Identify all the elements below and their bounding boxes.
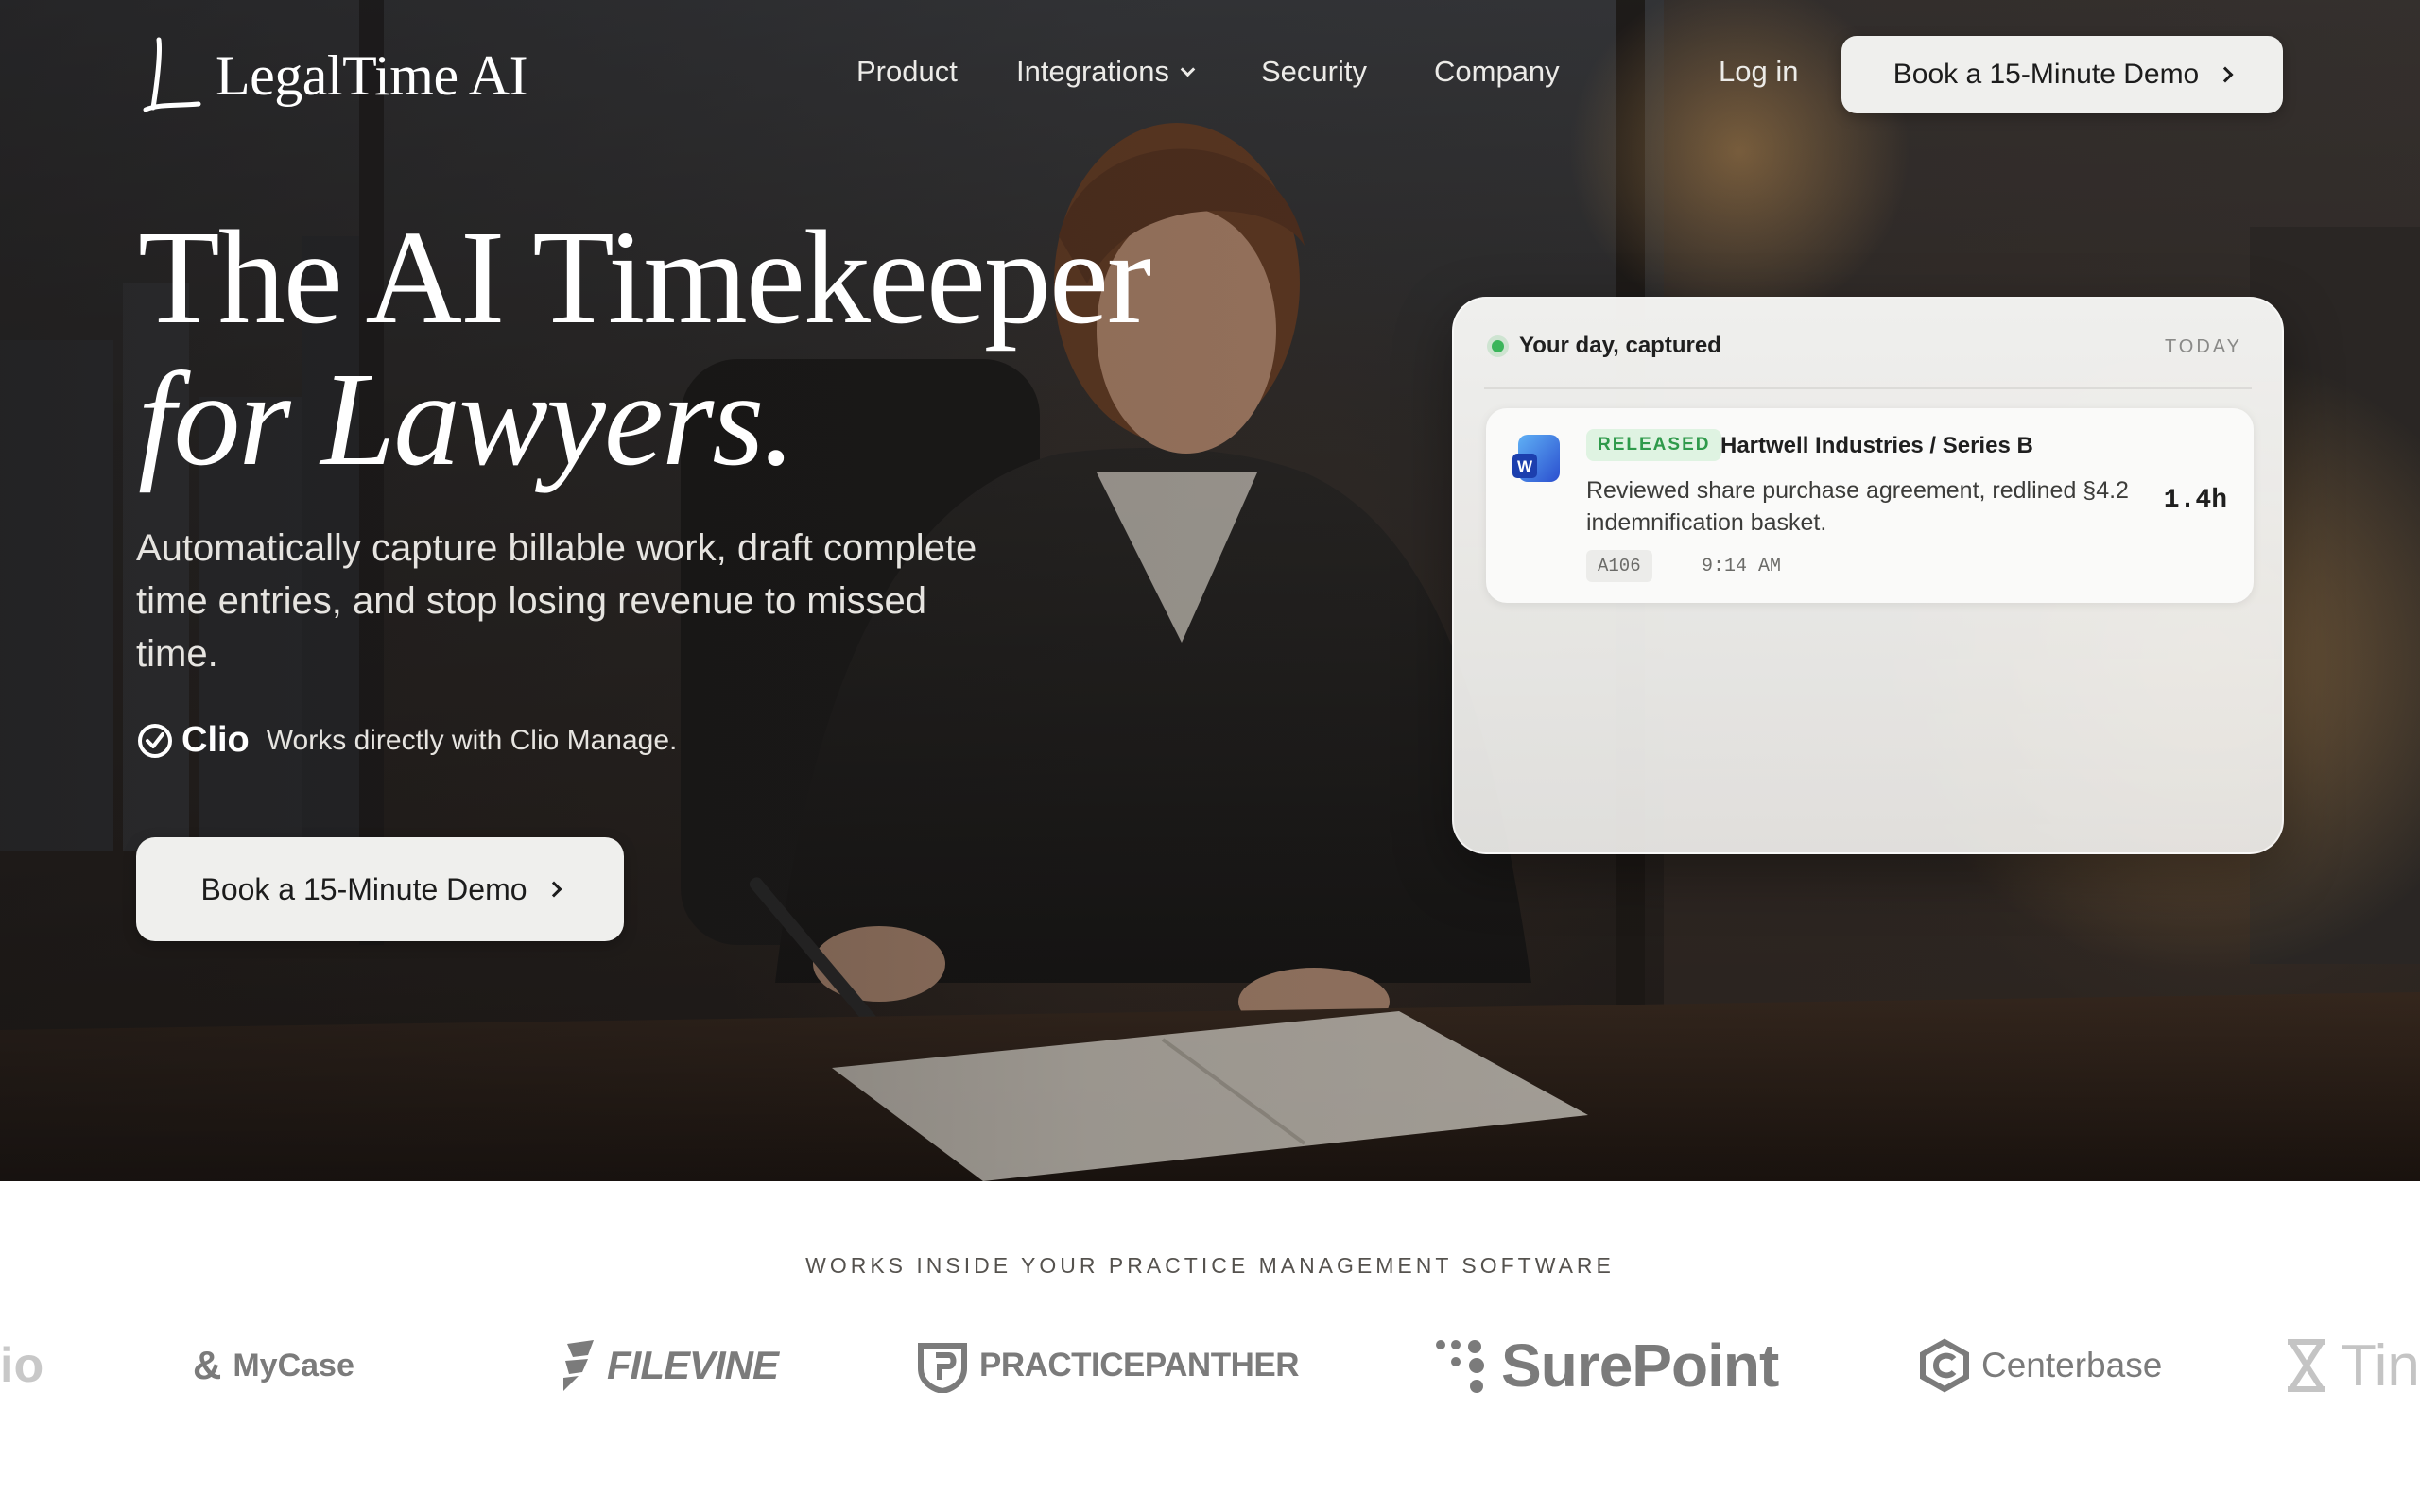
hero-section: LegalTime AI Product Integrations Securi… — [0, 0, 2420, 1181]
matter-name: Hartwell Industries / Series B — [1720, 433, 2033, 458]
nav-demo-button[interactable]: Book a 15-Minute Demo — [1841, 36, 2283, 113]
card-date-label: TODAY — [2164, 336, 2242, 357]
chevron-down-icon — [1180, 61, 1196, 77]
nav-demo-button-label: Book a 15-Minute Demo — [1893, 59, 2200, 90]
clio-note-text: Works directly with Clio Manage. — [266, 724, 678, 756]
card-header: Your day, captured — [1492, 333, 1721, 359]
logo-filevine: FILEVINE — [560, 1323, 779, 1408]
integrations-heading: WORKS INSIDE YOUR PRACTICE MANAGEMENT SO… — [805, 1253, 1615, 1278]
ampersand-icon: & — [193, 1343, 222, 1387]
svg-text:W: W — [1517, 457, 1533, 475]
clio-logo: Clio — [136, 720, 250, 761]
nav-integrations[interactable]: Integrations — [1016, 55, 1196, 89]
logo-clio-partial: io — [0, 1323, 43, 1408]
check-circle-icon — [138, 723, 172, 758]
time-capture-card: Your day, captured TODAY W RELEASED Hart… — [1452, 297, 2284, 854]
logo-filevine-text: FILEVINE — [607, 1343, 779, 1387]
chevron-right-icon — [2217, 66, 2234, 83]
nav-product[interactable]: Product — [856, 55, 958, 89]
logo-mycase-text: MyCase — [233, 1347, 354, 1383]
hero-headline-line2: for Lawyers. — [138, 344, 796, 493]
clio-integration-note: Clio Works directly with Clio Manage. — [136, 720, 677, 761]
entry-description: Reviewed share purchase agreement, redli… — [1586, 477, 2129, 536]
logo-surepoint-text: SurePoint — [1501, 1332, 1779, 1400]
status-badge: RELEASED — [1586, 429, 1722, 461]
nav-integrations-label: Integrations — [1016, 55, 1169, 88]
hero-subtitle: Automatically capture billable work, dra… — [136, 527, 977, 675]
microsoft-word-icon: W — [1512, 435, 1560, 482]
hero-headline-line1: The AI Timekeeper — [138, 202, 1151, 352]
login-link[interactable]: Log in — [1719, 55, 1798, 89]
hero-demo-button-label: Book a 15-Minute Demo — [200, 871, 527, 906]
card-title: Your day, captured — [1519, 333, 1721, 358]
logo-clio-partial-text: io — [0, 1338, 44, 1393]
top-navigation: LegalTime AI Product Integrations Securi… — [0, 0, 2420, 151]
logo-practicepanther-text: PRACTICEPANTHER — [979, 1347, 1299, 1383]
hero-demo-button[interactable]: Book a 15-Minute Demo — [136, 837, 624, 941]
logo-surepoint: SurePoint — [1433, 1323, 1779, 1408]
live-status-dot — [1492, 339, 1504, 352]
chevron-right-icon — [545, 881, 562, 898]
entry-hours: 1.4h — [2163, 486, 2227, 515]
hero-headline: The AI Timekeeper for Lawyers. — [138, 206, 1151, 493]
logo-partial-right: Tin — [2284, 1323, 2420, 1408]
integration-logos: io & MyCase FILEVINE PRACTICEPANTHER Sur… — [0, 1323, 2420, 1408]
practicepanther-mark-icon — [918, 1343, 967, 1393]
logo-centerbase: Centerbase — [1919, 1323, 2162, 1408]
card-divider — [1484, 387, 2252, 389]
logo-practicepanther: PRACTICEPANTHER — [917, 1323, 1299, 1408]
clio-brand-name: Clio — [182, 720, 250, 760]
hourglass-icon — [2288, 1339, 2325, 1392]
logo-mycase: & MyCase — [193, 1323, 354, 1408]
logo-partial-right-text: Tin — [2341, 1332, 2420, 1399]
nav-security[interactable]: Security — [1261, 55, 1367, 89]
brand-logo[interactable]: LegalTime AI — [140, 36, 528, 115]
brand-name: LegalTime AI — [216, 43, 528, 107]
brand-mark-icon — [143, 37, 201, 112]
task-code: A106 — [1586, 550, 1652, 582]
surepoint-dots-icon — [1436, 1340, 1484, 1393]
time-entry[interactable]: W RELEASED Hartwell Industries / Series … — [1486, 408, 2254, 603]
entry-time: 9:14 AM — [1702, 556, 1782, 577]
logo-centerbase-text: Centerbase — [1981, 1346, 2163, 1384]
centerbase-mark-icon — [1920, 1338, 1969, 1393]
nav-company[interactable]: Company — [1434, 55, 1560, 89]
filevine-mark-icon — [563, 1340, 594, 1391]
